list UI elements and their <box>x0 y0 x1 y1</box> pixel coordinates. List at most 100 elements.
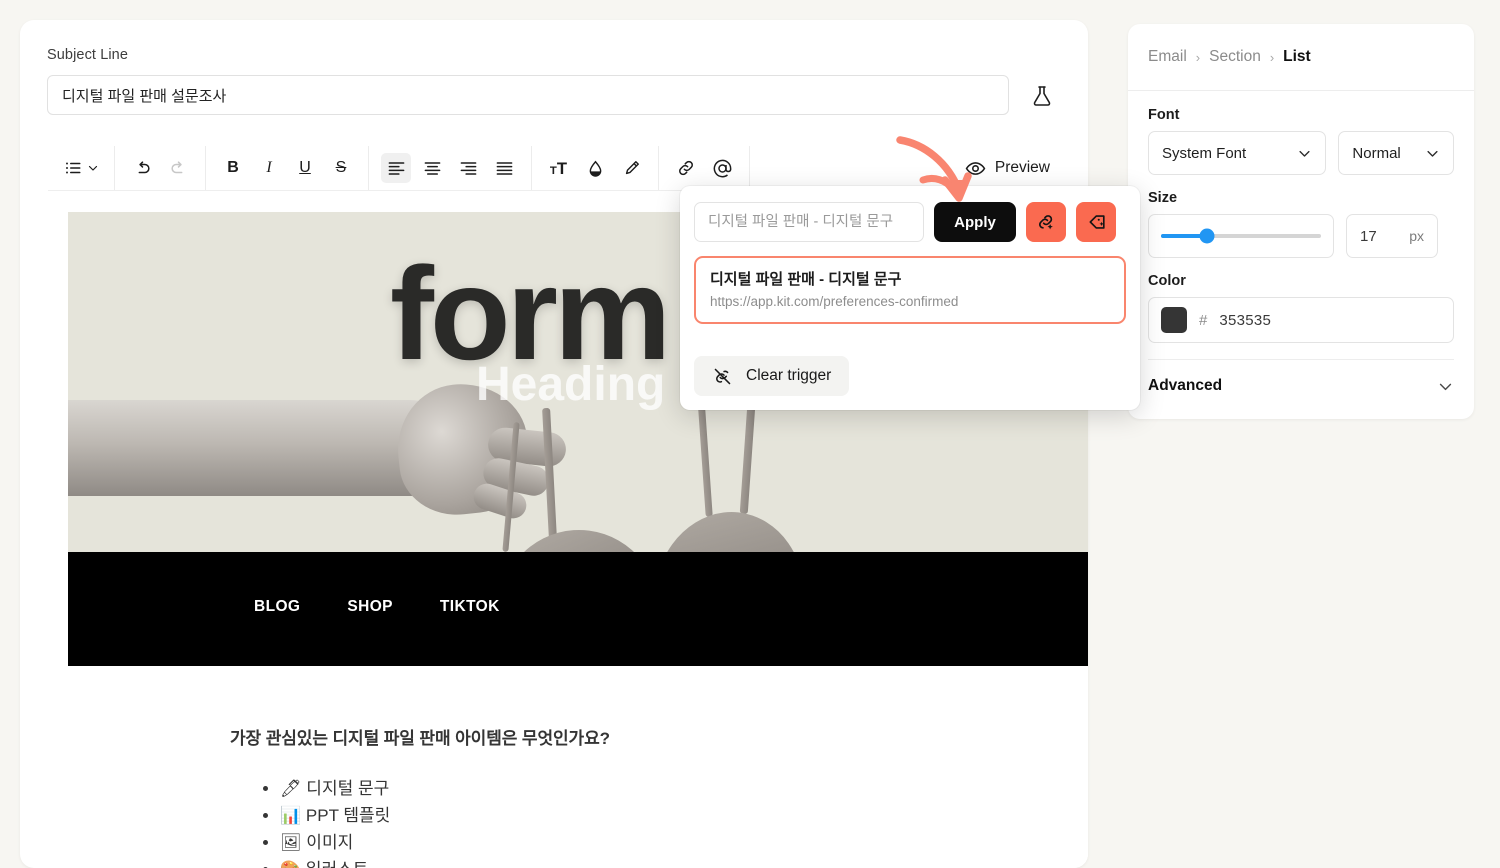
ai-link-button[interactable] <box>1026 202 1066 242</box>
eye-icon <box>965 158 986 179</box>
font-size-slider[interactable] <box>1148 214 1334 258</box>
list-item[interactable]: 🖼 이미지 <box>280 829 1088 856</box>
font-family-select[interactable]: System Font <box>1148 131 1327 175</box>
strikethrough-button[interactable]: S <box>326 153 356 183</box>
editor-toolbar: B I U S T T Preview <box>48 146 1060 191</box>
align-center-button[interactable] <box>417 153 447 183</box>
email-editor-card: Subject Line 디지털 파일 판매 설문조사 B I U S T T … <box>20 20 1088 868</box>
font-weight-select[interactable]: Normal <box>1338 131 1454 175</box>
font-size-input[interactable]: 17 px <box>1346 214 1438 258</box>
flask-icon <box>1030 84 1054 108</box>
font-size-value: 17 <box>1360 227 1377 245</box>
align-justify-icon <box>495 159 514 178</box>
clear-trigger-label: Clear trigger <box>746 367 832 384</box>
color-hex-value: 353535 <box>1219 311 1272 329</box>
broken-link-icon <box>712 366 733 387</box>
undo-icon <box>133 159 152 178</box>
highlight-button[interactable] <box>616 153 646 183</box>
list-style-button[interactable] <box>60 153 102 183</box>
chevron-down-icon <box>1425 146 1440 161</box>
undo-button[interactable] <box>127 153 157 183</box>
mention-button[interactable] <box>707 153 737 183</box>
italic-label: I <box>266 159 272 176</box>
svg-text:T: T <box>549 164 556 176</box>
italic-button[interactable]: I <box>254 153 284 183</box>
font-row: System Font Normal <box>1148 131 1454 175</box>
clear-trigger-button[interactable]: Clear trigger <box>694 356 850 396</box>
toolbar-group-insert <box>659 146 750 190</box>
ai-tag-button[interactable] <box>1076 202 1116 242</box>
email-copy-block: 가장 관심있는 디지털 파일 판매 아이템은 무엇인가요? 🖊 디지털 문구 📊… <box>68 666 1088 868</box>
toolbar-group-format: B I U S <box>206 146 369 190</box>
list-item[interactable]: 📊 PPT 템플릿 <box>280 802 1088 829</box>
slider-track[interactable] <box>1161 228 1321 244</box>
tag-sparkle-icon <box>1085 211 1107 233</box>
font-family-value: System Font <box>1162 144 1247 162</box>
email-nav-links: BLOG SHOP TIKTOK <box>254 598 500 616</box>
font-size-unit: px <box>1409 228 1424 244</box>
color-swatch[interactable] <box>1161 307 1187 333</box>
photo-garment-shape <box>649 504 813 552</box>
font-label: Font <box>1148 107 1180 123</box>
at-mention-icon <box>712 158 733 179</box>
email-nav-bar: BLOG SHOP TIKTOK <box>68 552 1088 666</box>
list-item[interactable]: 🎨 일러스트 <box>280 856 1088 868</box>
bold-label: B <box>227 159 239 176</box>
email-answer-list[interactable]: 🖊 디지털 문구 📊 PPT 템플릿 🖼 이미지 🎨 일러스트 <box>258 775 1088 868</box>
underline-label: U <box>299 159 311 176</box>
size-row: 17 px <box>1148 214 1454 258</box>
insert-link-button[interactable] <box>671 153 701 183</box>
email-question-text[interactable]: 가장 관심있는 디지털 파일 판매 아이템은 무엇인가요? <box>230 724 1088 749</box>
nav-link-shop[interactable]: SHOP <box>347 598 393 616</box>
subject-line-row <box>47 75 1061 117</box>
breadcrumb-separator-icon: › <box>1195 49 1201 65</box>
color-hash-symbol: # <box>1199 311 1208 329</box>
breadcrumb-section[interactable]: Section <box>1209 48 1261 66</box>
align-justify-button[interactable] <box>489 153 519 183</box>
breadcrumb-list: List <box>1283 48 1311 65</box>
preview-button[interactable]: Preview <box>955 151 1060 185</box>
redo-button[interactable] <box>163 153 193 183</box>
chevron-down-icon <box>1437 378 1454 395</box>
bold-button[interactable]: B <box>218 153 248 183</box>
toolbar-group-history <box>115 146 206 190</box>
breadcrumb-email[interactable]: Email <box>1148 48 1187 66</box>
settings-body: Font System Font Normal Size 17 px Color… <box>1128 91 1474 412</box>
font-weight-value: Normal <box>1352 144 1401 162</box>
subject-line-input[interactable] <box>47 75 1009 115</box>
link-suggestion-item[interactable]: 디지털 파일 판매 - 디지털 문구 https://app.kit.com/p… <box>694 256 1126 324</box>
align-right-button[interactable] <box>453 153 483 183</box>
strikethrough-label: S <box>335 159 347 176</box>
link-suggestion-url: https://app.kit.com/preferences-confirme… <box>710 294 959 309</box>
link-trigger-input[interactable] <box>694 202 924 242</box>
apply-button[interactable]: Apply <box>934 202 1016 242</box>
slider-knob[interactable] <box>1199 228 1215 244</box>
align-left-icon <box>387 159 406 178</box>
font-size-icon: T T <box>549 158 570 179</box>
svg-text:T: T <box>556 158 566 177</box>
link-icon <box>676 158 696 178</box>
ab-test-flask-button[interactable] <box>1023 77 1061 115</box>
subject-line-label: Subject Line <box>47 47 129 63</box>
text-color-button[interactable] <box>580 153 610 183</box>
toolbar-group-style: T T <box>532 146 659 190</box>
preview-label: Preview <box>994 159 1050 176</box>
list-item[interactable]: 🖊 디지털 문구 <box>280 775 1088 802</box>
hero-heading-text[interactable]: Heading <box>476 357 665 412</box>
align-right-icon <box>459 159 478 178</box>
advanced-label: Advanced <box>1148 377 1223 394</box>
nav-link-tiktok[interactable]: TIKTOK <box>440 598 500 616</box>
font-size-button[interactable]: T T <box>544 153 574 183</box>
toolbar-group-list <box>48 146 115 190</box>
chevron-down-icon <box>87 162 99 174</box>
chevron-down-icon <box>1297 146 1312 161</box>
color-input[interactable]: # 353535 <box>1148 297 1454 343</box>
element-settings-panel: Email › Section › List Font System Font … <box>1128 24 1474 419</box>
align-left-button[interactable] <box>381 153 411 183</box>
underline-button[interactable]: U <box>290 153 320 183</box>
breadcrumb: Email › Section › List <box>1128 24 1474 91</box>
link-trigger-popover: Apply 디지털 파일 판매 - 디지털 문구 https://ap <box>680 186 1140 410</box>
advanced-section-toggle[interactable]: Advanced <box>1148 359 1454 412</box>
link-sparkle-icon <box>1035 211 1057 233</box>
nav-link-blog[interactable]: BLOG <box>254 598 300 616</box>
